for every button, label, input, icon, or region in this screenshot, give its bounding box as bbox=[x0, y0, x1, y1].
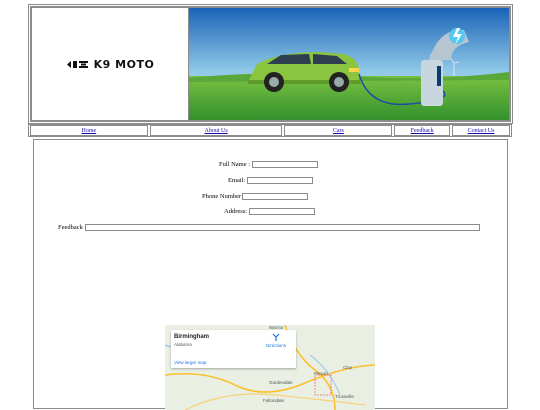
nav-contact-link[interactable]: Contact Us bbox=[452, 125, 510, 136]
nav-home-link[interactable]: Home bbox=[30, 125, 148, 136]
logo-text: K9 MOTO bbox=[93, 57, 155, 71]
map-town-clay: Clay bbox=[343, 365, 353, 370]
full-name-row: Full Name : bbox=[219, 161, 319, 168]
feedback-row: Feedback bbox=[58, 224, 480, 231]
email-row: Email: bbox=[228, 177, 314, 184]
logo-mark-icon bbox=[66, 60, 88, 68]
phone-row: Phone Number bbox=[202, 193, 309, 200]
address-label: Address: bbox=[224, 208, 248, 215]
map-town-trussville: Trussville bbox=[335, 394, 354, 399]
map-town-gardendale: Gardendale bbox=[269, 380, 293, 385]
map-town-fultondale: Fultondale bbox=[263, 398, 285, 403]
map-directions-button[interactable]: Directions bbox=[261, 333, 291, 348]
nav-cars-link[interactable]: Cars bbox=[284, 125, 393, 136]
map-directions-label: Directions bbox=[265, 343, 286, 348]
feedback-label: Feedback bbox=[58, 224, 83, 231]
phone-label: Phone Number bbox=[202, 193, 242, 200]
map-place-card: Birmingham Alabama Directions View large… bbox=[171, 330, 296, 368]
full-name-label: Full Name : bbox=[219, 161, 251, 168]
email-input[interactable] bbox=[247, 177, 314, 184]
map-place-name: Birmingham bbox=[174, 334, 210, 340]
logo[interactable]: K9 MOTO bbox=[66, 58, 155, 71]
nav-about-link[interactable]: About Us bbox=[149, 125, 283, 136]
banner-image bbox=[189, 7, 510, 121]
address-input[interactable] bbox=[249, 208, 316, 215]
address-row: Address: bbox=[224, 208, 316, 215]
embedded-map[interactable]: Pinson Clay Gardendale Fultondale Trussv… bbox=[165, 325, 375, 410]
map-place-region: Alabama bbox=[174, 342, 192, 347]
header-frame: K9 MOTO bbox=[28, 4, 513, 124]
email-label: Email: bbox=[228, 177, 246, 184]
full-name-input[interactable] bbox=[252, 161, 319, 168]
nav-feedback-link[interactable]: Feedback bbox=[394, 125, 451, 136]
header-table: K9 MOTO bbox=[30, 6, 511, 122]
nav-bar: Home About Us Cars Feedback Contact Us bbox=[28, 124, 512, 137]
view-larger-map-link[interactable]: View larger map bbox=[174, 360, 206, 365]
map-town-pinson: Pinson bbox=[314, 371, 328, 376]
electric-car-charging-illustration bbox=[189, 8, 509, 120]
feedback-input[interactable] bbox=[84, 224, 480, 231]
phone-input[interactable] bbox=[242, 193, 309, 200]
logo-cell: K9 MOTO bbox=[31, 7, 189, 121]
directions-icon bbox=[272, 333, 280, 341]
